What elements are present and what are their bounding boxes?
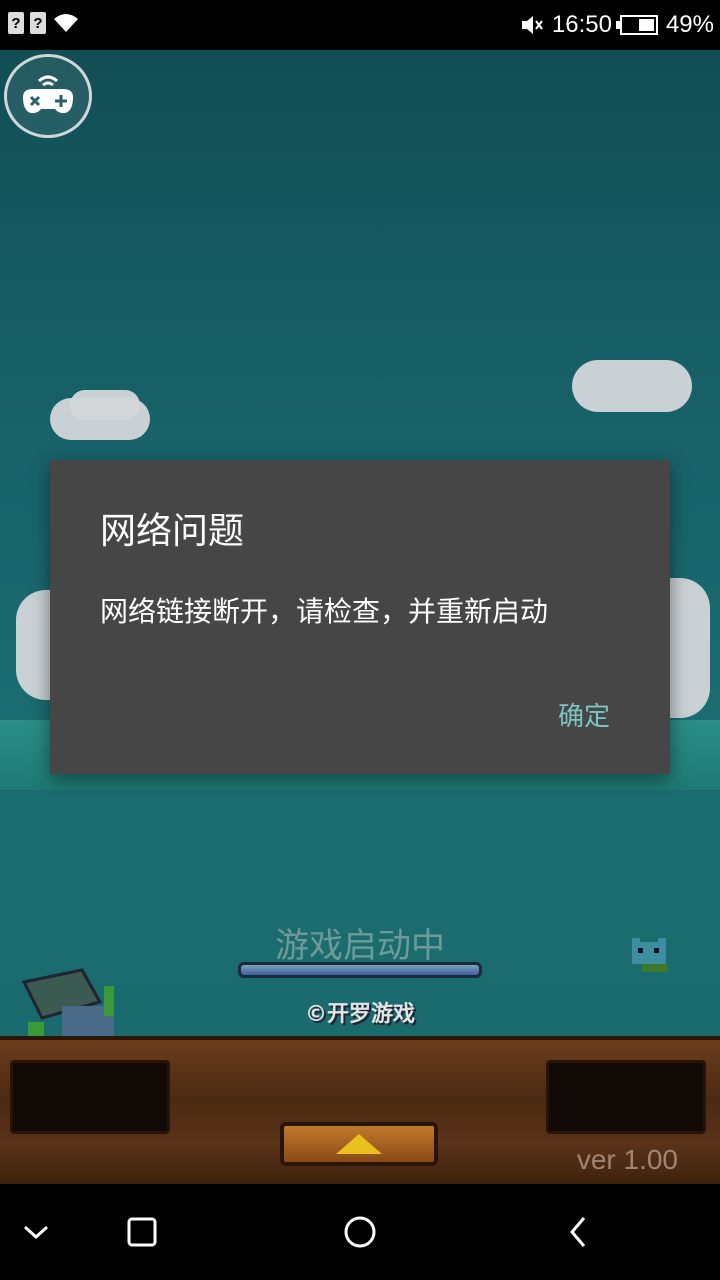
gamepad-icon — [23, 75, 73, 114]
battery-percent: 49% — [665, 11, 714, 38]
navigation-bar — [0, 1184, 720, 1280]
back-icon — [570, 1217, 586, 1247]
right-slot[interactable] — [546, 1060, 706, 1134]
square-icon — [127, 1217, 157, 1247]
loading-progress-bar — [238, 962, 482, 978]
left-slot[interactable] — [10, 1060, 170, 1134]
mute-icon — [521, 16, 543, 34]
version-label: ver 1.00 — [576, 1144, 678, 1175]
crate-sprite — [22, 968, 114, 1040]
cat-sprite — [632, 938, 668, 972]
gamepad-button[interactable] — [4, 54, 92, 138]
cloud — [572, 360, 692, 412]
cloud — [70, 390, 140, 420]
dialog-message: 网络链接断开，请检查，并重新启动 — [100, 595, 549, 628]
circle-icon — [344, 1216, 376, 1248]
sim1-icon: ? — [8, 12, 24, 34]
wifi-icon — [54, 14, 78, 32]
battery-icon — [615, 15, 658, 35]
ok-button[interactable]: 确定 — [558, 696, 610, 733]
clock: 16:50 — [551, 11, 612, 38]
up-arrow-icon — [336, 1134, 382, 1154]
hide-nav-button[interactable] — [16, 1212, 56, 1252]
loading-text: 游戏启动中 — [275, 926, 445, 966]
home-button[interactable] — [340, 1212, 380, 1252]
network-error-dialog: 网络问题 网络链接断开，请检查，并重新启动 确定 — [50, 460, 670, 774]
back-button[interactable] — [558, 1212, 598, 1252]
chevron-down-icon — [23, 1225, 49, 1240]
dialog-title: 网络问题 — [100, 511, 245, 552]
control-panel: ver 1.00 — [0, 1036, 720, 1184]
status-bar: ? ? 16:50 49% — [0, 0, 720, 50]
battery-level — [638, 19, 654, 31]
sim2-icon: ? — [30, 12, 46, 34]
recents-button[interactable] — [122, 1212, 162, 1252]
up-arrow-button[interactable] — [280, 1122, 438, 1166]
